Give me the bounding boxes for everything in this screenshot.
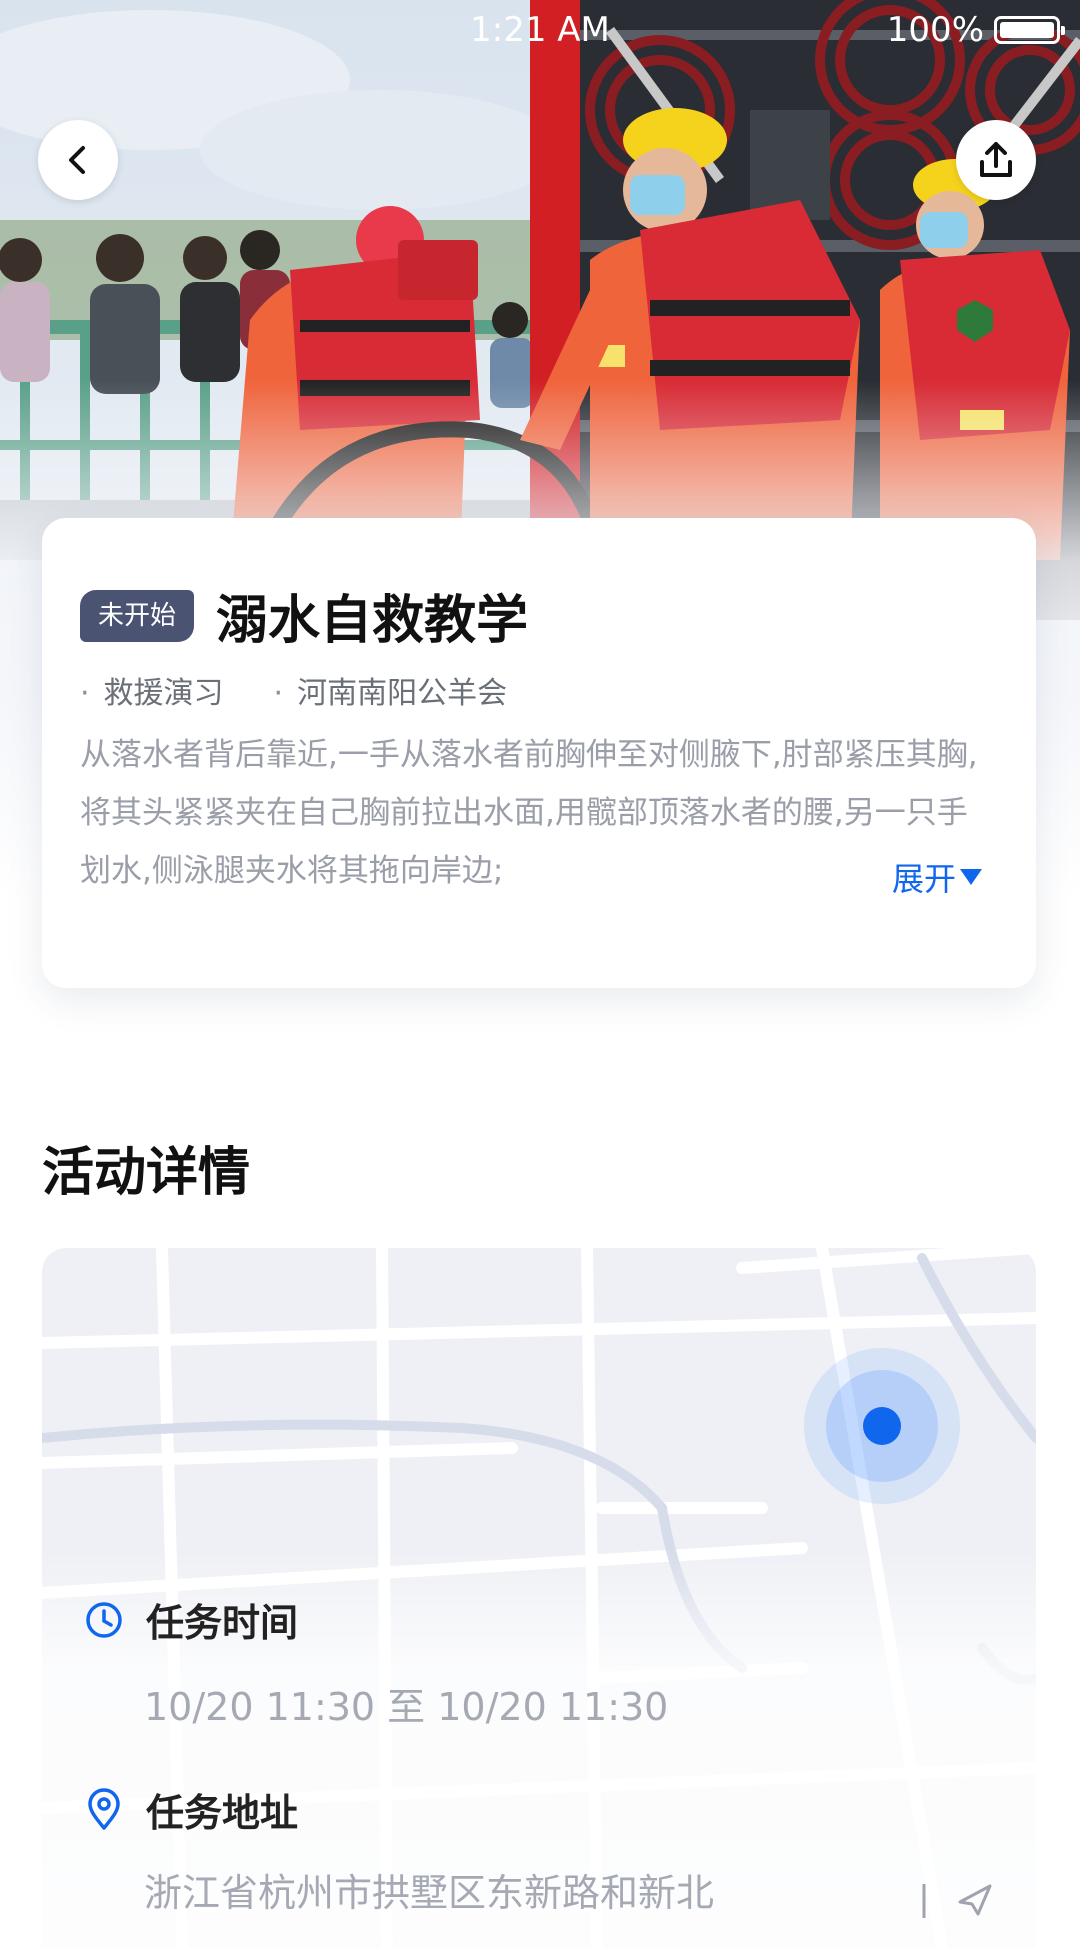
expand-button[interactable]: 展开	[874, 854, 983, 900]
activity-organizer: 河南南阳公羊会	[274, 668, 507, 712]
activity-info-card: 未开始 溺水自救教学 救援演习 河南南阳公羊会 从落水者背后靠近,一手从落水者前…	[42, 518, 1036, 988]
map-marker-icon[interactable]	[804, 1348, 960, 1504]
battery-percent: 100%	[886, 10, 984, 50]
navigate-icon[interactable]	[920, 1880, 1000, 1920]
task-time-label: 任务时间	[146, 1601, 299, 1645]
task-time-row: 任务时间	[84, 1592, 298, 1647]
back-button[interactable]	[38, 120, 118, 200]
clock-icon	[86, 1601, 122, 1638]
share-button[interactable]	[956, 120, 1036, 200]
status-badge: 未开始	[80, 589, 195, 642]
battery-status: 100%	[886, 10, 1065, 50]
status-bar: 1:21 AM 100%	[0, 0, 1080, 60]
title-row: 未开始 溺水自救教学	[80, 578, 528, 653]
task-address-row: 任务地址	[84, 1782, 298, 1837]
activity-category: 救援演习	[80, 668, 224, 712]
activity-description: 从落水者背后靠近,一手从落水者前胸伸至对侧腋下,肘部紧压其胸,将其头紧紧夹在自己…	[80, 737, 978, 889]
task-address-value: 浙江省杭州市拱墅区东新路和新北	[144, 1871, 715, 1915]
expand-label: 展开	[892, 860, 957, 898]
task-time-value: 10/20 11:30 至 10/20 11:30	[144, 1685, 669, 1729]
back-arrow-icon	[69, 146, 85, 174]
share-icon	[980, 142, 1012, 177]
triangle-down-icon	[960, 869, 983, 885]
location-pin-icon	[88, 1787, 120, 1830]
activity-meta: 救援演习 河南南阳公羊会	[80, 668, 508, 712]
section-title: 活动详情	[42, 1143, 251, 1203]
activity-title: 溺水自救教学	[216, 591, 529, 651]
battery-icon	[994, 16, 1065, 44]
task-address-label: 任务地址	[146, 1791, 299, 1835]
